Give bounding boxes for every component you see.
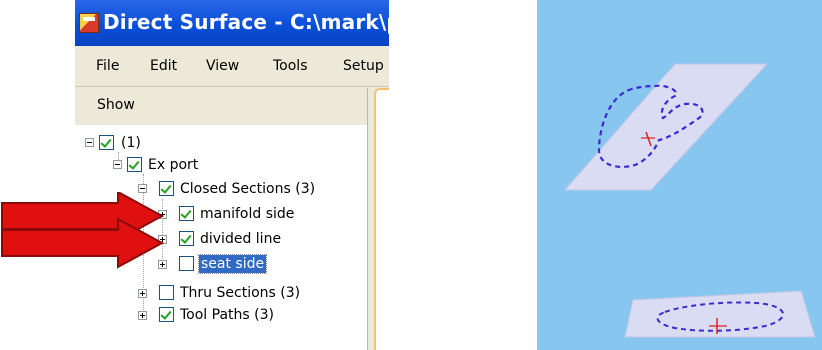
root-checkbox[interactable] [99, 135, 114, 150]
app-icon [79, 13, 99, 33]
manifold-side-checkbox[interactable] [179, 206, 194, 221]
tree-label-root[interactable]: (1) [121, 134, 141, 152]
annotation-arrows [1, 192, 165, 269]
document-tab-edge[interactable] [374, 88, 389, 350]
section-view [563, 63, 816, 338]
document-pane [367, 88, 389, 350]
menu-setup[interactable]: Setup [343, 58, 384, 74]
thru-sections-checkbox[interactable] [159, 285, 174, 300]
expand-icon[interactable] [138, 311, 147, 320]
window-title: Direct Surface - C:\mark\p69 [103, 10, 389, 34]
tree-label-thru-sections[interactable]: Thru Sections (3) [180, 284, 300, 302]
expand-icon[interactable] [138, 289, 147, 298]
collapse-icon[interactable] [113, 160, 122, 169]
section-plane [563, 63, 769, 191]
tree-label-divided-line[interactable]: divided line [200, 230, 281, 248]
title-bar: Direct Surface - C:\mark\p69 [75, 0, 389, 46]
show-toolbar: Show [75, 87, 389, 125]
tree-label-export[interactable]: Ex port [148, 156, 198, 174]
app-window: Direct Surface - C:\mark\p69 File Edit V… [75, 0, 389, 350]
tool-paths-checkbox[interactable] [159, 307, 174, 322]
export-checkbox[interactable] [127, 157, 142, 172]
menu-edit[interactable]: Edit [150, 58, 177, 74]
show-button[interactable]: Show [97, 97, 135, 113]
divided-line-checkbox[interactable] [179, 231, 194, 246]
tree-label-tool-paths[interactable]: Tool Paths (3) [180, 306, 274, 324]
menu-tools[interactable]: Tools [273, 58, 308, 74]
tree-line [118, 152, 119, 160]
menu-bar: File Edit View Tools Setup [75, 46, 389, 87]
3d-viewport[interactable] [537, 0, 822, 350]
tree-label-seat-side[interactable]: seat side [197, 254, 268, 274]
seat-side-checkbox[interactable] [179, 256, 194, 271]
tree-label-closed-sections[interactable]: Closed Sections (3) [180, 180, 315, 198]
tree-label-manifold-side[interactable]: manifold side [200, 205, 294, 223]
menu-file[interactable]: File [96, 58, 119, 74]
menu-view[interactable]: View [206, 58, 239, 74]
collapse-icon[interactable] [85, 138, 94, 147]
